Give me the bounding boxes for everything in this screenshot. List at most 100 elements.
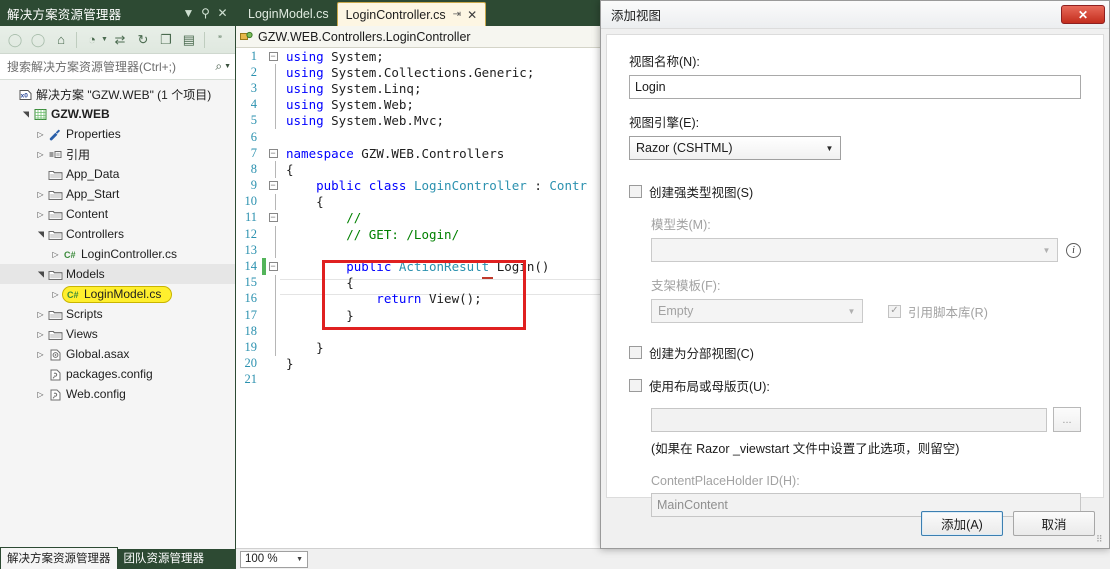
code-text[interactable]: } (280, 356, 294, 371)
pending-changes-icon[interactable]: ◔ (81, 29, 103, 51)
refresh-icon[interactable]: ↻ (132, 29, 154, 51)
code-text[interactable]: using System; (280, 49, 384, 64)
collapse-all-icon[interactable]: ❐ (155, 29, 177, 51)
browse-layout-button[interactable]: ... (1053, 407, 1081, 432)
chevron-down-icon[interactable]: ▼ (224, 63, 231, 70)
model-class-select[interactable]: ▼ (651, 238, 1058, 262)
overflow-icon[interactable]: ” (209, 29, 231, 51)
expander-closed-icon[interactable]: ▷ (34, 190, 47, 199)
pane-tab[interactable]: 解决方案资源管理器 (0, 547, 118, 569)
checkbox-box[interactable] (629, 379, 642, 392)
checkbox-box[interactable]: ✓ (888, 304, 901, 318)
checkbox-box[interactable] (629, 346, 642, 359)
sync-with-active-document-icon[interactable]: ⇄ (109, 29, 131, 51)
add-button[interactable]: 添加(A) (921, 510, 1003, 536)
pin-tab-icon[interactable]: ⇥ (453, 9, 461, 20)
expander-closed-icon[interactable]: ▷ (34, 130, 47, 139)
tree-item[interactable]: ▷ Content (0, 204, 235, 224)
layout-page-input[interactable] (651, 407, 1047, 432)
search-row[interactable]: 搜索解决方案资源管理器(Ctrl+;) ⌕ ▼ (0, 54, 235, 80)
checkbox-box[interactable] (629, 185, 642, 198)
use-layout-page-checkbox[interactable]: 使用布局或母版页(U): (629, 376, 1081, 395)
expander-open-icon[interactable]: ◢ (36, 268, 45, 281)
code-text[interactable]: using System.Web.Mvc; (280, 113, 444, 128)
back-icon[interactable]: ◯ (4, 29, 26, 51)
pin-icon[interactable]: ⚲ (197, 3, 214, 23)
home-icon[interactable]: ⌂ (50, 29, 72, 51)
tree-item[interactable]: ▷ C# LoginModel.cs (0, 284, 235, 304)
code-text[interactable]: } (280, 340, 324, 355)
chevron-down-icon[interactable]: ▼ (843, 300, 860, 322)
cancel-button[interactable]: 取消 (1013, 510, 1095, 536)
expander-closed-icon[interactable]: ▷ (34, 390, 47, 399)
strongly-typed-view-checkbox[interactable]: 创建强类型视图(S) (629, 182, 1081, 201)
chevron-down-icon[interactable]: ▼ (821, 137, 838, 159)
tree-item[interactable]: ▷ Scripts (0, 304, 235, 324)
partial-view-checkbox[interactable]: 创建为分部视图(C) (629, 343, 1081, 362)
tree-item[interactable]: App_Data (0, 164, 235, 184)
close-tab-icon[interactable]: ✕ (467, 8, 477, 22)
chevron-down-icon[interactable]: ▼ (101, 36, 108, 43)
code-text[interactable]: // GET: /Login/ (280, 227, 459, 242)
info-icon[interactable]: i (1066, 242, 1081, 258)
code-text[interactable]: // (280, 210, 361, 225)
chevron-down-icon[interactable]: ▼ (296, 556, 303, 563)
collapse-region-icon[interactable]: − (266, 148, 280, 158)
forward-icon[interactable]: ◯ (27, 29, 49, 51)
code-text[interactable]: public ActionResult Login() (280, 259, 549, 274)
code-text[interactable]: return View(); (280, 291, 481, 306)
view-engine-select[interactable]: Razor (CSHTML) ▼ (629, 136, 841, 160)
tree-item[interactable]: ◢ GZW.WEB (0, 104, 235, 124)
tree-item[interactable]: ◢ Controllers (0, 224, 235, 244)
editor-tab[interactable]: LoginModel.cs (240, 2, 337, 26)
expander-open-icon[interactable]: ◢ (36, 228, 45, 241)
reference-script-libraries-checkbox[interactable]: ✓ 引用脚本库(R) (888, 302, 988, 321)
solution-tree[interactable]: x0 解决方案 "GZW.WEB" (1 个项目) ◢ GZW.WEB ▷ Propert… (0, 80, 235, 549)
collapse-region-icon[interactable]: − (266, 181, 280, 191)
expander-open-icon[interactable]: ◢ (21, 108, 30, 121)
tree-item[interactable]: ▷ Web.config (0, 384, 235, 404)
tree-item[interactable]: ▷ App_Start (0, 184, 235, 204)
tree-item[interactable]: ▷ Global.asax (0, 344, 235, 364)
tree-item[interactable]: x0 解决方案 "GZW.WEB" (1 个项目) (0, 84, 235, 104)
close-icon[interactable]: ✕ (214, 3, 231, 23)
chevron-down-icon[interactable]: ▼ (180, 3, 197, 23)
show-all-files-icon[interactable]: ▤ (178, 29, 200, 51)
resize-grip-icon[interactable]: ⠿ (1096, 535, 1106, 545)
zoom-level-selector[interactable]: 100 % ▼ (240, 550, 308, 568)
expander-closed-icon[interactable]: ▷ (34, 210, 47, 219)
expander-closed-icon[interactable]: ▷ (34, 150, 47, 159)
tree-item[interactable]: ▷ Properties (0, 124, 235, 144)
scaffold-template-select[interactable]: Empty ▼ (651, 299, 863, 323)
expander-closed-icon[interactable]: ▷ (49, 250, 62, 259)
tree-item[interactable]: ▷ C# LoginController.cs (0, 244, 235, 264)
code-text[interactable]: { (280, 275, 354, 290)
code-text[interactable]: namespace GZW.WEB.Controllers (280, 146, 504, 161)
search-icon[interactable]: ⌕ (215, 59, 222, 74)
expander-closed-icon[interactable]: ▷ (49, 290, 62, 299)
close-icon[interactable]: ✕ (1061, 5, 1105, 24)
code-text[interactable]: using System.Linq; (280, 81, 421, 96)
tree-item[interactable]: packages.config (0, 364, 235, 384)
code-text[interactable]: public class LoginController : Contr (280, 178, 587, 193)
collapse-region-icon[interactable]: − (266, 262, 280, 272)
navigation-bar-text[interactable]: GZW.WEB.Controllers.LoginController (258, 30, 471, 44)
collapse-region-icon[interactable]: − (266, 213, 280, 223)
view-name-input[interactable]: Login (629, 75, 1081, 99)
tree-item[interactable]: ◢ Models (0, 264, 235, 284)
tree-item[interactable]: ▷ 引用 (0, 144, 235, 164)
pane-tab[interactable]: 团队资源管理器 (118, 548, 211, 569)
editor-tab[interactable]: LoginController.cs ⇥ ✕ (336, 2, 487, 26)
collapse-region-icon[interactable]: − (266, 51, 280, 61)
expander-closed-icon[interactable]: ▷ (34, 310, 47, 319)
tree-item[interactable]: ▷ Views (0, 324, 235, 344)
code-text[interactable]: { (280, 194, 324, 209)
code-text[interactable]: { (280, 162, 294, 177)
code-text[interactable]: using System.Web; (280, 97, 414, 112)
search-input-placeholder[interactable]: 搜索解决方案资源管理器(Ctrl+;) (7, 58, 215, 75)
code-text[interactable]: } (280, 308, 354, 323)
code-text[interactable]: using System.Collections.Generic; (280, 65, 534, 80)
expander-closed-icon[interactable]: ▷ (34, 330, 47, 339)
chevron-down-icon[interactable]: ▼ (1038, 239, 1055, 261)
expander-closed-icon[interactable]: ▷ (34, 350, 47, 359)
